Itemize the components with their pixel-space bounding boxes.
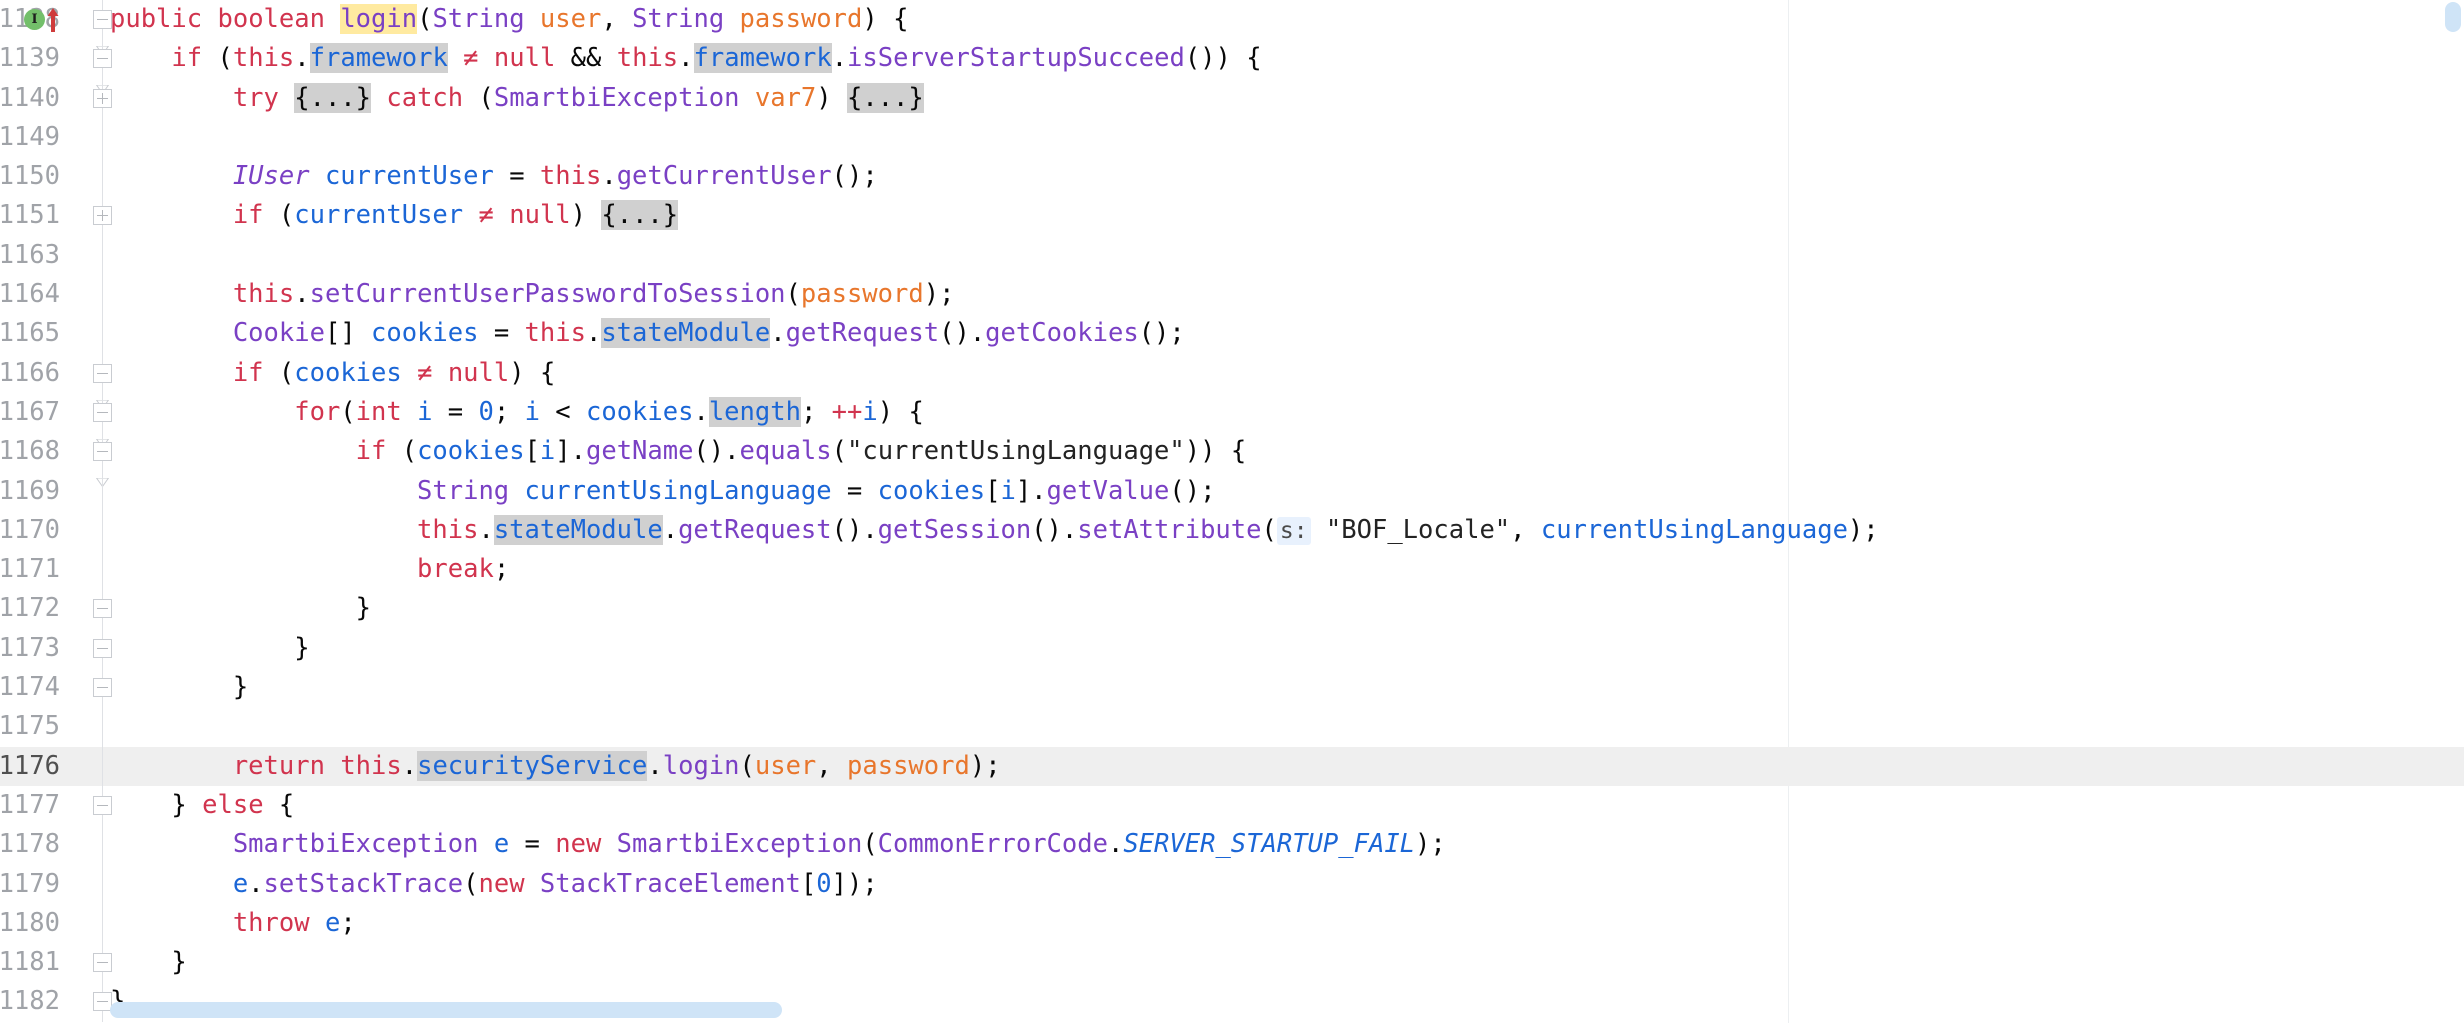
fold-gutter-cell[interactable] — [88, 707, 118, 747]
code-line[interactable]: 1139 if (this.framework ≠ null && this.f… — [0, 39, 2464, 95]
code-line[interactable]: 1177 } else { — [0, 785, 2464, 826]
fold-gutter-cell[interactable] — [88, 117, 118, 158]
code-line[interactable]: 1172 } — [0, 589, 2464, 629]
code-text[interactable]: if (cookies ≠ null) { — [0, 354, 555, 393]
code-text[interactable]: SmartbiException e = new SmartbiExceptio… — [0, 825, 1446, 864]
code-text[interactable]: e.setStackTrace(new StackTraceElement[0]… — [0, 865, 878, 904]
code-line[interactable]: 1173 } — [0, 628, 2464, 669]
code-text[interactable]: } — [0, 982, 125, 1021]
code-text[interactable]: } — [0, 668, 248, 707]
horizontal-scrollbar[interactable] — [110, 999, 2230, 1021]
code-text[interactable]: throw e; — [0, 904, 356, 943]
code-editor[interactable]: 1138Ipublic boolean login(String user, S… — [0, 0, 2464, 1023]
code-line[interactable]: 1169 String currentUsingLanguage = cooki… — [0, 471, 2464, 511]
code-line[interactable]: 1164 this.setCurrentUserPasswordToSessio… — [0, 275, 2464, 315]
code-line[interactable]: 1149 — [0, 117, 2464, 158]
code-line[interactable]: 1180 throw e; — [0, 903, 2464, 944]
vertical-scrollbar[interactable] — [2442, 0, 2464, 1023]
code-text[interactable]: this.stateModule.getRequest().getSession… — [0, 511, 1879, 551]
code-text[interactable]: } — [0, 943, 186, 982]
line-number: 1149 — [0, 121, 60, 152]
code-line[interactable]: 1140 try {...} catch (SmartbiException v… — [0, 78, 2464, 118]
code-text[interactable]: break; — [0, 550, 509, 589]
code-text[interactable]: } — [0, 589, 371, 628]
code-text[interactable]: if (currentUser ≠ null) {...} — [0, 196, 679, 235]
fold-region-line — [102, 707, 103, 747]
code-text[interactable]: public boolean login(String user, String… — [0, 0, 908, 39]
code-line[interactable]: 1176 return this.securityService.login(u… — [0, 746, 2464, 786]
parameter-hint: s: — [1276, 516, 1311, 545]
code-line[interactable]: 1167 for(int i = 0; i < cookies.length; … — [0, 392, 2464, 449]
fold-region-line — [102, 235, 103, 276]
code-text[interactable]: try {...} catch (SmartbiException var7) … — [0, 79, 924, 118]
code-line[interactable]: 1138Ipublic boolean login(String user, S… — [0, 0, 2464, 56]
code-line[interactable]: 1178 SmartbiException e = new SmartbiExc… — [0, 825, 2464, 865]
code-line[interactable]: 1166 if (cookies ≠ null) { — [0, 353, 2464, 410]
horizontal-scrollbar-thumb[interactable] — [110, 1002, 782, 1018]
code-line[interactable]: 1165 Cookie[] cookies = this.stateModule… — [0, 314, 2464, 354]
code-line[interactable]: 1150 IUser currentUser = this.getCurrent… — [0, 157, 2464, 197]
code-line[interactable]: 1168 if (cookies[i].getName().equals("cu… — [0, 432, 2464, 488]
code-line[interactable]: 1170 this.stateModule.getRequest().getSe… — [0, 510, 2464, 551]
code-line[interactable]: 1171 break; — [0, 550, 2464, 590]
code-line[interactable]: 1163 — [0, 235, 2464, 276]
code-line[interactable]: 1179 e.setStackTrace(new StackTraceEleme… — [0, 864, 2464, 904]
code-line[interactable]: 1174 } — [0, 668, 2464, 708]
code-lines-container[interactable]: 1138Ipublic boolean login(String user, S… — [0, 0, 2464, 1022]
code-text[interactable]: if (this.framework ≠ null && this.framew… — [0, 39, 1262, 78]
code-line[interactable]: 1151 if (currentUser ≠ null) {...} — [0, 196, 2464, 236]
code-text[interactable]: this.setCurrentUserPasswordToSession(pas… — [0, 275, 955, 314]
code-text[interactable]: } — [0, 629, 309, 668]
code-text[interactable]: String currentUsingLanguage = cookies[i]… — [0, 472, 1215, 511]
line-number: 1163 — [0, 239, 60, 270]
code-text[interactable]: IUser currentUser = this.getCurrentUser(… — [0, 157, 878, 196]
code-text[interactable]: return this.securityService.login(user, … — [0, 747, 1001, 786]
fold-region-line — [102, 117, 103, 158]
fold-gutter-cell[interactable] — [88, 235, 118, 276]
code-line[interactable]: 1175 — [0, 707, 2464, 747]
code-text[interactable]: Cookie[] cookies = this.stateModule.getR… — [0, 314, 1185, 353]
line-number: 1175 — [0, 711, 60, 742]
code-text[interactable]: for(int i = 0; i < cookies.length; ++i) … — [0, 393, 924, 432]
code-text[interactable]: } else { — [0, 786, 294, 825]
code-line[interactable]: 1181 } — [0, 943, 2464, 983]
vertical-scrollbar-thumb[interactable] — [2445, 2, 2461, 32]
code-text[interactable]: if (cookies[i].getName().equals("current… — [0, 432, 1247, 471]
